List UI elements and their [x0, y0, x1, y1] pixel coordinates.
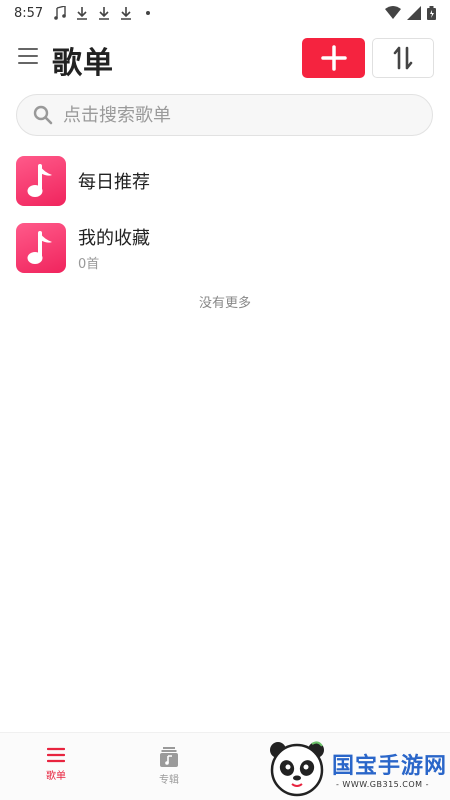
nav-tab-playlists[interactable]: 歌单 [26, 747, 86, 782]
wifi-icon [385, 5, 401, 24]
signal-icon [407, 5, 421, 24]
plus-icon [320, 45, 347, 71]
search-icon [33, 105, 53, 125]
panda-logo-icon [270, 741, 324, 797]
music-note-icon [53, 6, 67, 20]
list-end-text: 没有更多 [198, 296, 251, 311]
nav-label: 歌单 [46, 771, 66, 782]
header: 歌单 [0, 36, 450, 81]
page-title: 歌单 [52, 46, 114, 81]
playlist-name: 我的收藏 [78, 228, 150, 249]
nav-tab-albums[interactable]: 专辑 [139, 747, 199, 786]
status-time: 8:57 [14, 5, 44, 21]
search-input[interactable] [63, 104, 403, 126]
playlist-item-favorites[interactable]: 我的收藏 0首 [16, 222, 434, 274]
menu-icon[interactable] [18, 48, 38, 66]
add-playlist-button[interactable] [302, 38, 365, 78]
music-note-icon [27, 164, 52, 197]
dot-icon [141, 6, 155, 20]
download-icon [97, 6, 111, 20]
watermark: 国宝手游网 - WWW.GB315.COM - [266, 738, 450, 800]
nav-label: 专辑 [159, 775, 179, 786]
playlist-item-daily-recommend[interactable]: 每日推荐 [16, 155, 434, 207]
album-icon [160, 747, 178, 767]
menu-list-icon [47, 747, 65, 763]
notification-icons [53, 6, 155, 20]
watermark-url: - WWW.GB315.COM - [336, 780, 429, 789]
playlist-song-count: 0首 [78, 257, 100, 272]
sort-icon [393, 46, 413, 70]
playlist-name: 每日推荐 [78, 172, 150, 193]
download-icon [75, 6, 89, 20]
battery-icon [427, 5, 436, 24]
download-icon [119, 6, 133, 20]
music-note-icon [27, 231, 52, 264]
search-bar[interactable] [16, 94, 433, 136]
status-bar: 8:57 [0, 0, 450, 26]
system-status-icons [385, 5, 436, 24]
playlist-cover [16, 156, 66, 206]
sort-button[interactable] [372, 38, 434, 78]
watermark-title: 国宝手游网 [332, 754, 448, 779]
playlist-cover [16, 223, 66, 273]
